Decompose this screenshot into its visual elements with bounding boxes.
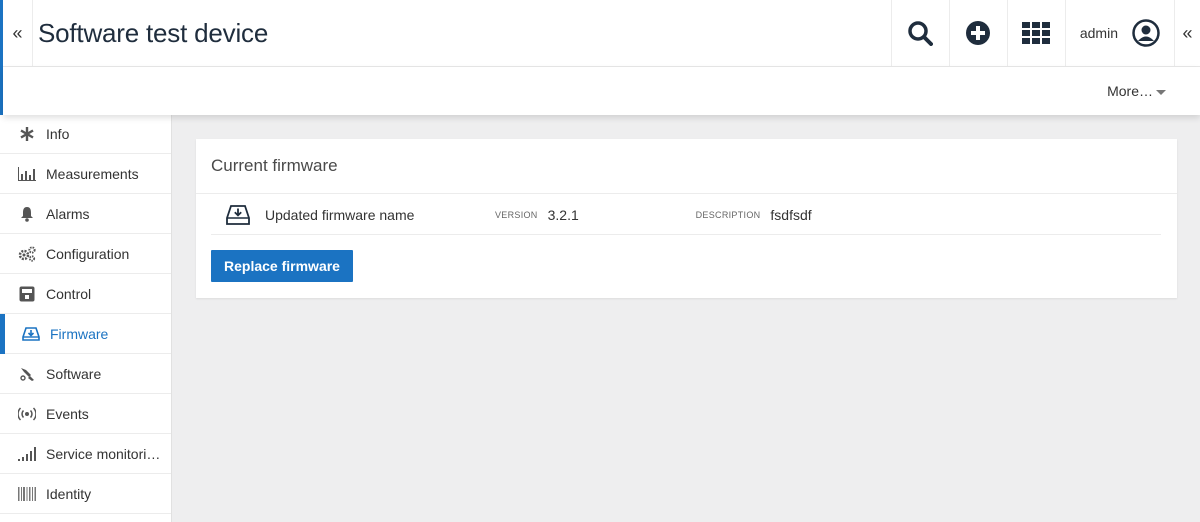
sidebar-item-label: Info [46, 126, 70, 142]
sidebar-item-firmware[interactable]: Firmware [0, 314, 171, 354]
double-chevron-left-icon: « [1182, 22, 1193, 43]
sidebar-item-info[interactable]: Info [0, 115, 171, 154]
control-icon [18, 285, 36, 303]
top-header: « Software test device admin « [3, 0, 1200, 67]
caret-down-icon [1156, 89, 1166, 95]
firmware-name: Updated firmware name [265, 206, 415, 223]
sidebar-item-label: Control [46, 285, 92, 302]
sidebar-item-configuration[interactable]: Configuration [0, 234, 171, 274]
sidebar-item-label: Identity [46, 485, 92, 502]
bar-chart-icon [18, 165, 36, 183]
sidebar-item-label: Events [46, 405, 89, 422]
sidebar-item-label: Configuration [46, 245, 130, 262]
replace-firmware-button[interactable]: Replace firmware [211, 250, 353, 282]
sidebar-item-label: Alarms [46, 205, 90, 222]
app-switcher-button[interactable] [1006, 0, 1065, 66]
user-menu[interactable]: admin [1064, 0, 1174, 66]
sidebar-nav: Info Measurements Alarms Configuration C… [0, 115, 172, 522]
add-button[interactable] [948, 0, 1007, 66]
broadcast-icon [18, 405, 36, 423]
collapse-left-button[interactable]: « [3, 0, 33, 66]
bell-icon [18, 205, 36, 223]
software-icon [18, 365, 36, 383]
version-value: 3.2.1 [547, 206, 579, 223]
card-title: Current firmware [196, 139, 1177, 194]
sidebar-item-measurements[interactable]: Measurements [0, 154, 171, 194]
user-name: admin [1079, 25, 1118, 41]
sidebar-item-alarms[interactable]: Alarms [0, 194, 171, 234]
user-avatar-icon [1132, 19, 1160, 47]
sidebar-item-label: Service monitori… [46, 445, 161, 462]
sidebar-item-software[interactable]: Software [0, 354, 171, 394]
double-chevron-left-icon: « [12, 22, 23, 43]
cogs-icon [18, 245, 36, 263]
sidebar-item-service-monitoring[interactable]: Service monitori… [0, 434, 171, 474]
barcode-icon [18, 485, 36, 503]
firmware-row: Updated firmware name VERSION 3.2.1 DESC… [211, 195, 1161, 235]
collapse-right-button[interactable]: « [1174, 0, 1200, 66]
sidebar-item-label: Measurements [46, 165, 139, 182]
description-value: fsdfsdf [770, 206, 812, 223]
firmware-icon [22, 325, 40, 343]
search-icon [908, 21, 934, 46]
description-label: DESCRIPTION [695, 209, 761, 220]
asterisk-icon [18, 125, 36, 143]
version-label: VERSION [495, 209, 538, 220]
search-button[interactable] [890, 0, 949, 66]
sidebar-item-events[interactable]: Events [0, 394, 171, 434]
signal-icon [18, 445, 36, 463]
page-title: Software test device [38, 17, 269, 48]
action-bar: More… [3, 67, 1200, 115]
add-circle-icon [966, 21, 991, 45]
apps-grid-icon [1022, 22, 1051, 44]
sidebar-item-label: Software [46, 365, 102, 382]
sidebar-item-control[interactable]: Control [0, 274, 171, 314]
more-dropdown[interactable]: More… [1107, 83, 1166, 99]
sidebar-item-label: Firmware [50, 325, 109, 342]
current-firmware-card: Current firmware Updated firmware name V… [196, 139, 1177, 298]
firmware-icon [226, 204, 250, 225]
sidebar-item-identity[interactable]: Identity [0, 474, 171, 514]
more-label: More… [1107, 83, 1153, 99]
